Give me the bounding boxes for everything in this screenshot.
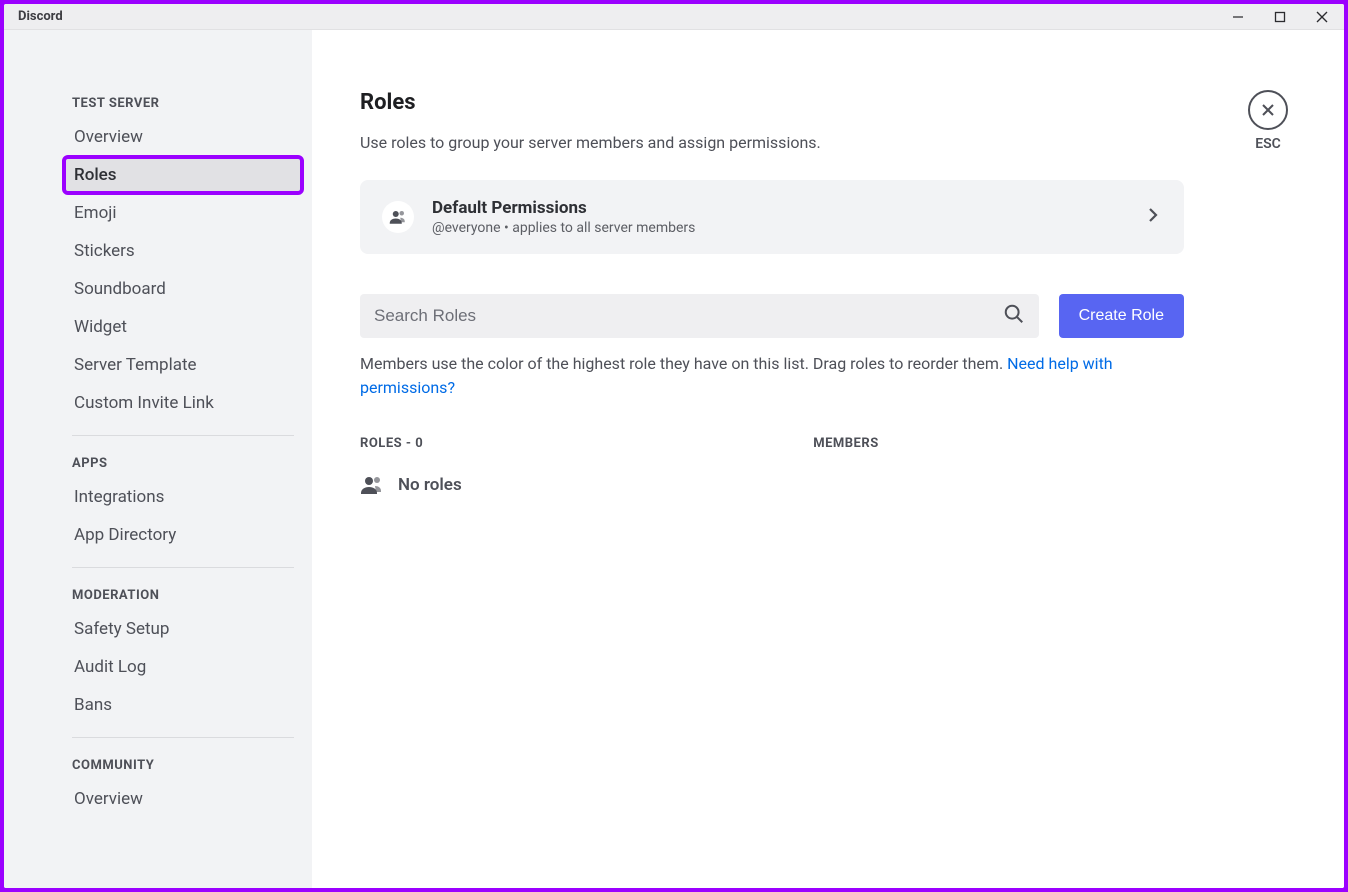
card-text: Default Permissions @everyone • applies …	[432, 198, 1126, 236]
sidebar-item-app-directory[interactable]: App Directory	[64, 517, 302, 553]
sidebar-section-header: TEST SERVER	[64, 90, 302, 117]
default-permissions-title: Default Permissions	[432, 198, 1126, 218]
annotation-arrow	[1322, 378, 1344, 548]
sidebar-item-widget[interactable]: Widget	[64, 309, 302, 345]
default-permissions-subtitle: @everyone • applies to all server member…	[432, 220, 1126, 236]
body-area: TEST SERVEROverviewRolesEmojiStickersSou…	[4, 30, 1344, 888]
sidebar-divider	[72, 567, 294, 568]
help-text-prefix: Members use the color of the highest rol…	[360, 354, 1007, 373]
settings-sidebar: TEST SERVEROverviewRolesEmojiStickersSou…	[4, 30, 312, 888]
no-roles-row: No roles	[360, 473, 1284, 497]
window-controls	[1224, 7, 1336, 27]
sidebar-item-soundboard[interactable]: Soundboard	[64, 271, 302, 307]
roles-table-header: ROLES - 0 MEMBERS	[360, 436, 1184, 451]
minimize-button[interactable]	[1224, 7, 1252, 27]
sidebar-section-header: APPS	[64, 450, 302, 477]
sidebar-section-header: MODERATION	[64, 582, 302, 609]
sidebar-item-audit-log[interactable]: Audit Log	[64, 649, 302, 685]
sidebar-item-roles[interactable]: Roles	[64, 157, 302, 193]
close-window-button[interactable]	[1308, 7, 1336, 27]
members-icon	[360, 473, 384, 497]
help-text: Members use the color of the highest rol…	[360, 352, 1184, 400]
sidebar-item-emoji[interactable]: Emoji	[64, 195, 302, 231]
search-roles-input[interactable]	[374, 306, 1003, 326]
no-roles-label: No roles	[398, 475, 462, 495]
sidebar-section-header: COMMUNITY	[64, 752, 302, 779]
search-row: Create Role	[360, 294, 1184, 338]
page-subtitle: Use roles to group your server members a…	[360, 133, 1284, 152]
create-role-button[interactable]: Create Role	[1059, 294, 1184, 338]
page-title: Roles	[360, 90, 1284, 115]
close-icon	[1248, 90, 1288, 130]
sidebar-item-overview[interactable]: Overview	[64, 781, 302, 817]
chevron-right-icon	[1144, 206, 1162, 228]
members-column-header: MEMBERS	[813, 436, 879, 451]
roles-column-header: ROLES - 0	[360, 436, 813, 451]
sidebar-item-safety-setup[interactable]: Safety Setup	[64, 611, 302, 647]
titlebar: Discord	[4, 4, 1344, 30]
titlebar-title: Discord	[18, 9, 63, 24]
default-permissions-card[interactable]: Default Permissions @everyone • applies …	[360, 180, 1184, 254]
sidebar-item-stickers[interactable]: Stickers	[64, 233, 302, 269]
sidebar-divider	[72, 435, 294, 436]
close-esc-label: ESC	[1255, 136, 1281, 152]
search-box[interactable]	[360, 294, 1039, 338]
search-icon	[1003, 303, 1025, 329]
app-window: Discord TEST SERVEROverviewRolesEmojiSti…	[4, 4, 1344, 888]
members-icon	[382, 201, 414, 233]
sidebar-divider	[72, 737, 294, 738]
sidebar-item-custom-invite-link[interactable]: Custom Invite Link	[64, 385, 302, 421]
sidebar-item-bans[interactable]: Bans	[64, 687, 302, 723]
close-settings-button[interactable]: ESC	[1248, 90, 1288, 152]
main-content: ESC Roles Use roles to group your server…	[312, 30, 1344, 888]
maximize-button[interactable]	[1266, 7, 1294, 27]
sidebar-item-integrations[interactable]: Integrations	[64, 479, 302, 515]
sidebar-item-overview[interactable]: Overview	[64, 119, 302, 155]
sidebar-item-server-template[interactable]: Server Template	[64, 347, 302, 383]
